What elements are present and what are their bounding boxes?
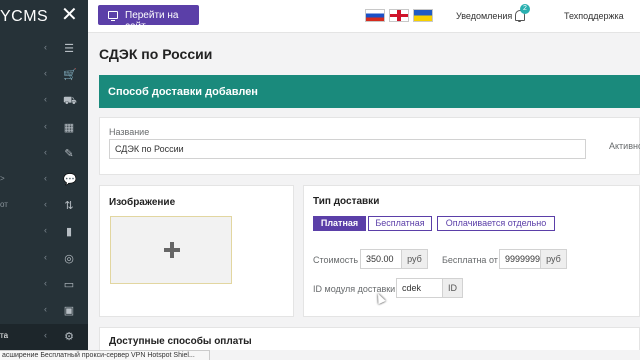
chevron-left-icon: ‹ — [44, 277, 47, 288]
delivery-type-free[interactable]: Бесплатная — [368, 216, 432, 231]
free-from-unit: руб — [540, 249, 567, 269]
free-from-input[interactable]: 99999999 — [499, 249, 541, 269]
pencil-icon: ✎ — [64, 147, 74, 160]
sidebar-item[interactable]: ‹ ⛟ — [0, 88, 88, 114]
name-panel: Название СДЭК по России Активно — [99, 117, 640, 175]
support-link[interactable]: Техподдержка — [564, 11, 624, 21]
flag-ru-icon[interactable] — [365, 9, 385, 22]
page-title: СДЭК по России — [99, 46, 213, 62]
module-id-addon: ID — [442, 278, 463, 298]
card-icon: ▣ — [63, 305, 75, 317]
module-id-label: ID модуля доставки — [313, 284, 396, 294]
sidebar-item[interactable]: ‹ 🛒 — [0, 62, 88, 88]
sidebar-item[interactable]: ‹ ▦ — [0, 115, 88, 141]
sidebar-item[interactable]: та ‹ ⚙ — [0, 324, 88, 351]
chevron-left-icon: ‹ — [44, 68, 47, 79]
sidebar-item[interactable]: ‹ ☰ — [0, 36, 88, 62]
sidebar-item-label: от — [0, 200, 8, 210]
flag-ua-icon[interactable] — [413, 9, 433, 22]
active-label: Активно — [609, 141, 640, 151]
list-icon: ☰ — [64, 43, 74, 55]
top-header: YCMS ✕ Перейти на сайт Уведомления 2 Тех… — [0, 0, 640, 33]
cart-icon: 🛒 — [63, 69, 77, 82]
sidebar-item-label: та — [0, 331, 9, 341]
sidebar-item[interactable]: ‹ ✎ — [0, 141, 88, 167]
image-panel: Изображение — [99, 185, 294, 317]
plus-icon-bar — [164, 248, 180, 252]
chevron-left-icon: ‹ — [44, 146, 47, 157]
chevron-left-icon: ‹ — [44, 94, 47, 105]
success-alert: Способ доставки добавлен — [99, 75, 640, 108]
browser-status-bar: асширение Бесплатный прокси-сервер VPN H… — [0, 350, 210, 360]
chevron-left-icon: ‹ — [44, 251, 47, 262]
chevron-left-icon: ‹ — [44, 42, 47, 52]
delivery-type-separate[interactable]: Оплачивается отдельно — [437, 216, 555, 231]
comments-icon: 💬 — [63, 174, 77, 186]
monitor-icon: ▭ — [63, 278, 75, 291]
truck-icon: ⛟ — [63, 95, 77, 108]
close-sidebar-icon[interactable]: ✕ — [61, 5, 78, 25]
chevron-left-icon: ‹ — [44, 173, 47, 183]
sidebar-item[interactable]: ‹ ▭ — [0, 272, 88, 298]
sort-icon: ⇅ — [64, 200, 74, 213]
chevron-left-icon: ‹ — [44, 330, 47, 341]
brand-area: YCMS ✕ — [0, 0, 88, 33]
gear-icon: ⚙ — [64, 331, 74, 344]
sidebar-item[interactable]: ‹ ▮ — [0, 219, 88, 245]
sidebar-item[interactable]: > ‹ 💬 — [0, 167, 88, 193]
cost-input[interactable]: 350.00 — [360, 249, 402, 269]
notifications-badge: 2 — [520, 4, 530, 14]
chevron-left-icon: ‹ — [44, 304, 47, 314]
goto-site-button[interactable]: Перейти на сайт — [98, 5, 199, 32]
chevron-left-icon: ‹ — [44, 120, 47, 131]
free-from-label: Бесплатна от — [442, 255, 498, 265]
image-panel-title: Изображение — [109, 197, 176, 208]
calendar-icon: ▦ — [63, 121, 75, 134]
delivery-type-paid[interactable]: Платная — [313, 216, 366, 231]
brand-logo[interactable]: YCMS — [0, 8, 48, 26]
sidebar: ‹ ☰ ‹ 🛒 ‹ ⛟ ‹ ▦ ‹ ✎ > ‹ 💬 от ‹ ⇅ ‹ ▮ ‹ ◎ ‹ ▭ ‹ ▣ та ‹ ⚙ — [0, 33, 88, 351]
sidebar-item-label: > — [0, 174, 5, 183]
sidebar-item[interactable]: ‹ ◎ — [0, 246, 88, 272]
target-icon: ◎ — [64, 252, 74, 265]
name-label: Название — [109, 127, 150, 137]
image-upload-dropzone[interactable] — [110, 216, 232, 284]
bar-chart-icon: ▮ — [65, 226, 73, 239]
monitor-icon — [108, 11, 118, 21]
delivery-type-title: Тип доставки — [313, 196, 380, 207]
name-input[interactable]: СДЭК по России — [109, 139, 586, 159]
flag-en-icon[interactable] — [389, 9, 409, 22]
cost-label: Стоимость — [313, 255, 359, 265]
payment-methods-title: Доступные способы оплаты — [109, 336, 252, 347]
sidebar-item[interactable]: ‹ ▣ — [0, 298, 88, 324]
goto-site-label: Перейти на сайт — [125, 10, 179, 32]
alert-text: Способ доставки добавлен — [108, 86, 258, 98]
chevron-left-icon: ‹ — [44, 199, 47, 210]
cost-unit: руб — [401, 249, 428, 269]
module-id-input[interactable]: cdek — [396, 278, 443, 298]
chevron-left-icon: ‹ — [44, 225, 47, 236]
sidebar-item[interactable]: от ‹ ⇅ — [0, 193, 88, 219]
delivery-type-panel: Тип доставки Платная Бесплатная Оплачива… — [303, 185, 640, 317]
notifications-link[interactable]: Уведомления — [456, 11, 512, 21]
payment-methods-panel: Доступные способы оплаты — [99, 327, 640, 350]
